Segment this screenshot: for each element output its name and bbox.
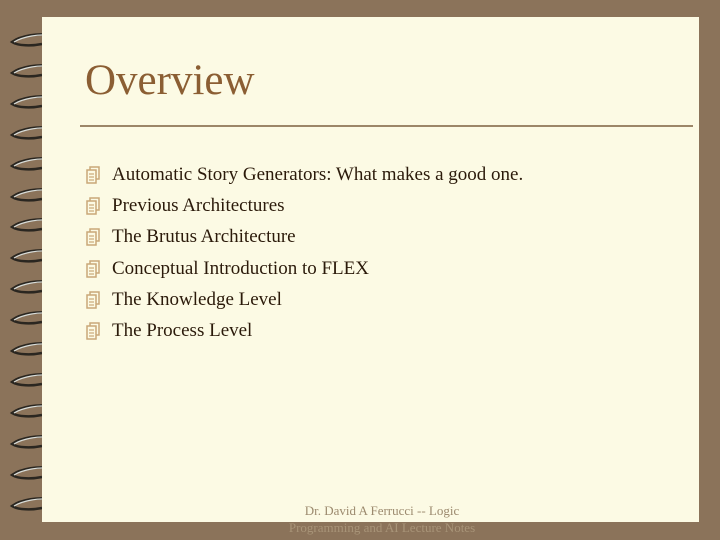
slide-footer: Dr. David A Ferrucci -- Logic Programmin… xyxy=(282,502,482,536)
bullet-item: The Knowledge Level xyxy=(86,284,523,315)
slide-title: Overview xyxy=(85,57,255,104)
bullet-item: Previous Architectures xyxy=(86,190,523,221)
title-divider xyxy=(80,125,693,127)
bullet-text: The Knowledge Level xyxy=(112,288,282,310)
footer-line-1: Dr. David A Ferrucci -- Logic xyxy=(304,503,460,518)
document-stack-icon xyxy=(86,228,100,246)
document-stack-icon xyxy=(86,197,100,215)
footer-line-2: Programming and AI Lecture Notes xyxy=(288,520,476,535)
bullet-text: The Brutus Architecture xyxy=(112,226,296,248)
bullet-item: The Process Level xyxy=(86,315,523,346)
document-stack-icon xyxy=(86,291,100,309)
bullet-text: Previous Architectures xyxy=(112,194,285,216)
document-stack-icon xyxy=(86,165,100,184)
document-stack-icon xyxy=(86,259,100,278)
bullet-list: Automatic Story Generators: What makes a… xyxy=(86,159,523,347)
bullet-item: Conceptual Introduction to FLEX xyxy=(86,253,523,284)
bullet-item: The Brutus Architecture xyxy=(86,222,523,253)
bullet-text: Conceptual Introduction to FLEX xyxy=(112,257,369,279)
bullet-text: The Process Level xyxy=(112,320,253,342)
document-stack-icon xyxy=(86,322,100,340)
bullet-item: Automatic Story Generators: What makes a… xyxy=(86,159,523,190)
bullet-text: Automatic Story Generators: What makes a… xyxy=(112,163,524,185)
notebook-page: Overview Automatic Story Generators: Wha… xyxy=(42,17,699,535)
